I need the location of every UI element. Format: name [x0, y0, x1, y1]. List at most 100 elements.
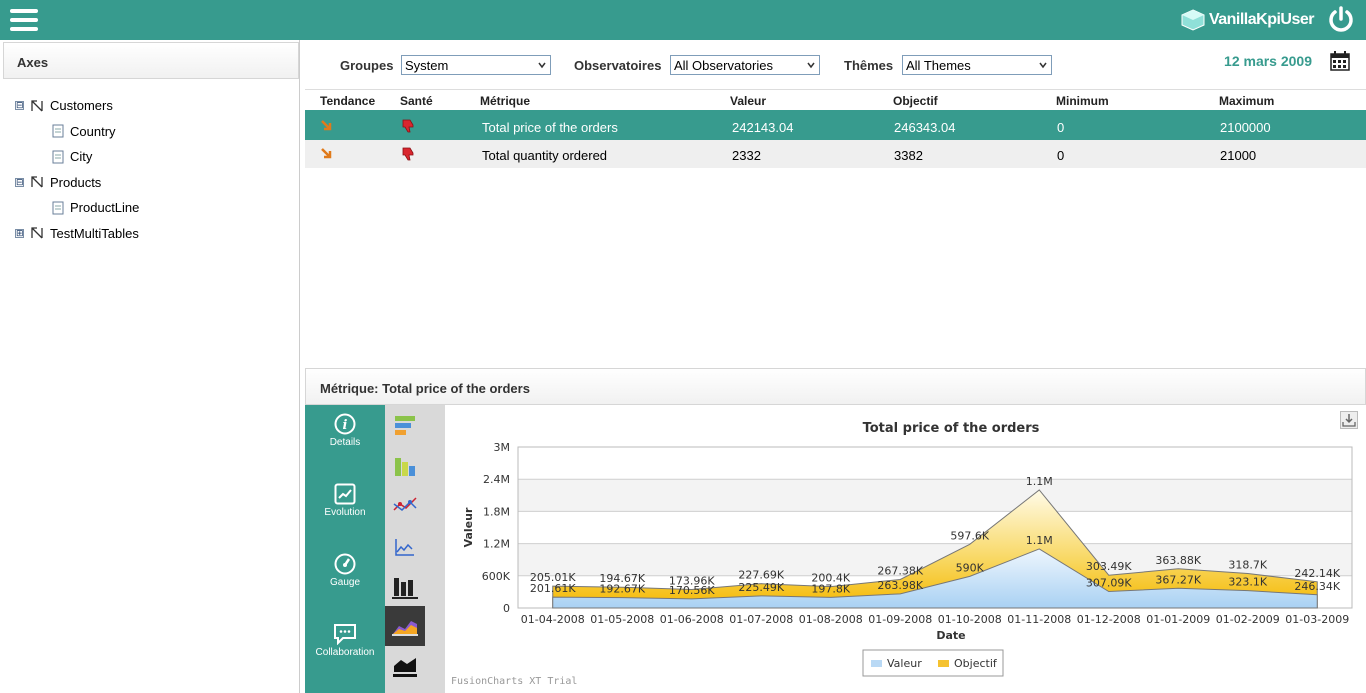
- data-label-objectif: 227.69K: [738, 569, 784, 582]
- dimension-icon: [31, 176, 43, 188]
- grid-band: [518, 479, 1352, 512]
- col-maximum[interactable]: Maximum: [1219, 94, 1274, 108]
- data-label-valeur: 192.67K: [599, 583, 645, 596]
- x-tick-label: 01-06-2008: [660, 613, 724, 626]
- trend-down-arrow-icon: [321, 120, 332, 131]
- chevron-down-icon: [538, 62, 546, 69]
- x-tick-label: 01-08-2008: [799, 613, 863, 626]
- menu-icon[interactable]: [10, 9, 38, 31]
- data-label-valeur: 307.09K: [1086, 577, 1132, 590]
- x-axis-title: Date: [936, 629, 965, 642]
- sidebar-title: Axes: [3, 42, 299, 79]
- bar-chart-dark-icon[interactable]: [385, 566, 425, 606]
- data-label-valeur: 246.34K: [1294, 580, 1340, 593]
- y-axis-title: Valeur: [462, 507, 475, 547]
- tree-item-country[interactable]: Country: [15, 119, 139, 145]
- col-metrique[interactable]: Métrique: [480, 94, 530, 108]
- table-row[interactable]: Total price of the orders 242143.04 2463…: [305, 112, 1366, 140]
- y-tick-label: 3M: [494, 441, 511, 454]
- chart-area: 0 600K 1.2M 1.8M 2.4M 3M 205.01K 194.67K 173.96K…: [445, 405, 1366, 693]
- themes-select[interactable]: All Themes: [902, 55, 1052, 75]
- gauge-button[interactable]: Gauge: [305, 553, 385, 605]
- line-chart-small-icon[interactable]: [385, 526, 425, 566]
- col-minimum[interactable]: Minimum: [1056, 94, 1109, 108]
- calendar-icon[interactable]: [1330, 51, 1350, 71]
- chart-watermark: FusionCharts XT Trial: [451, 676, 578, 687]
- filled-area-icon[interactable]: [385, 646, 425, 686]
- tree-item-testmultitables[interactable]: ⊞ TestMultiTables: [15, 221, 139, 247]
- power-icon[interactable]: [1326, 5, 1356, 35]
- x-tick-label: 01-04-2008: [521, 613, 585, 626]
- scatter-line-chart-icon[interactable]: [385, 486, 425, 526]
- data-label-valeur: 225.49K: [738, 581, 784, 594]
- data-label-objectif: 303.49K: [1086, 560, 1132, 573]
- data-label-valeur: 201.61K: [530, 582, 576, 595]
- col-sante[interactable]: Santé: [400, 94, 433, 108]
- trend-down-arrow-icon: [321, 148, 332, 159]
- groupes-label: Groupes: [340, 58, 394, 73]
- svg-text:i: i: [343, 418, 348, 433]
- axes-tree: ⊟ Customers Country City ⊟ Products Prod…: [15, 93, 139, 246]
- legend-swatch-valeur: [871, 660, 882, 667]
- data-label-objectif: 267.38K: [877, 564, 923, 577]
- metric-nav: i Details Evolution Gauge Collaboration: [305, 405, 385, 693]
- horizontal-bar-chart-icon[interactable]: [385, 406, 425, 446]
- tree-item-products[interactable]: ⊟ Products: [15, 170, 139, 196]
- tree-item-productline[interactable]: ProductLine: [15, 195, 139, 221]
- metric-panel-title: Métrique: Total price of the orders: [305, 368, 1366, 405]
- legend-label-valeur: Valeur: [887, 657, 922, 670]
- x-tick-label: 01-09-2008: [868, 613, 932, 626]
- metrics-table: Tendance Santé Métrique Valeur Objectif …: [305, 90, 1366, 168]
- chart-title: Total price of the orders: [863, 421, 1040, 436]
- expand-icon[interactable]: ⊞: [15, 228, 24, 238]
- data-label-valeur: 197.8K: [811, 582, 850, 595]
- data-label-objectif: 597.6K: [950, 529, 989, 542]
- details-button[interactable]: i Details: [305, 413, 385, 465]
- tree-item-city[interactable]: City: [15, 144, 139, 170]
- x-tick-label: 01-12-2008: [1077, 613, 1141, 626]
- data-label-valeur: 263.98K: [877, 579, 923, 592]
- page-icon: [52, 201, 64, 215]
- current-date[interactable]: 12 mars 2009: [1224, 53, 1312, 69]
- thumbs-down-icon: [402, 147, 414, 161]
- page-icon: [52, 150, 64, 164]
- collapse-icon[interactable]: ⊟: [15, 177, 24, 187]
- legend-swatch-objectif: [938, 660, 949, 667]
- column-chart-icon[interactable]: [385, 446, 425, 486]
- dimension-icon: [31, 227, 43, 239]
- col-valeur[interactable]: Valeur: [730, 94, 766, 108]
- col-objectif[interactable]: Objectif: [893, 94, 938, 108]
- y-tick-label: 2.4M: [483, 473, 510, 486]
- y-tick-label: 600K: [482, 570, 511, 583]
- data-label-objectif: 363.88K: [1155, 554, 1201, 567]
- y-tick-label: 1.8M: [483, 505, 510, 518]
- brand-logo: VanillaKpiUser: [1181, 8, 1315, 32]
- table-row[interactable]: Total quantity ordered 2332 3382 0 21000: [305, 140, 1366, 168]
- area-chart-icon[interactable]: [385, 606, 425, 646]
- area-chart: 0600K1.2M1.8M2.4M3M205.01K 194.67K 173.96K…: [462, 421, 1353, 677]
- data-label-valeur: 590K: [956, 561, 985, 574]
- chevron-down-icon: [807, 62, 815, 69]
- page-icon: [52, 124, 64, 138]
- collapse-icon[interactable]: ⊟: [15, 101, 24, 111]
- chat-bubble-icon: [334, 624, 356, 645]
- gauge-icon: [334, 553, 356, 575]
- top-bar: VanillaKpiUser: [0, 0, 1366, 40]
- observatoires-select[interactable]: All Observatories: [670, 55, 820, 75]
- x-tick-label: 01-02-2009: [1216, 613, 1280, 626]
- col-tendance[interactable]: Tendance: [320, 94, 375, 108]
- x-tick-label: 01-11-2008: [1007, 613, 1071, 626]
- y-tick-label: 0: [503, 602, 510, 615]
- tree-item-customers[interactable]: ⊟ Customers: [15, 93, 139, 119]
- data-label-objectif: 1.1M: [1026, 475, 1053, 488]
- info-icon: i: [334, 413, 356, 435]
- collaboration-button[interactable]: Collaboration: [305, 623, 385, 675]
- groupes-select[interactable]: System: [401, 55, 551, 75]
- data-label-valeur: 367.27K: [1155, 573, 1201, 586]
- data-label-valeur: 170.56K: [669, 584, 715, 597]
- chart-type-bar: [385, 405, 445, 693]
- evolution-button[interactable]: Evolution: [305, 483, 385, 535]
- x-tick-label: 01-07-2008: [729, 613, 793, 626]
- filter-bar: Groupes System Observatoires All Observa…: [305, 40, 1366, 90]
- chevron-down-icon: [1039, 62, 1047, 69]
